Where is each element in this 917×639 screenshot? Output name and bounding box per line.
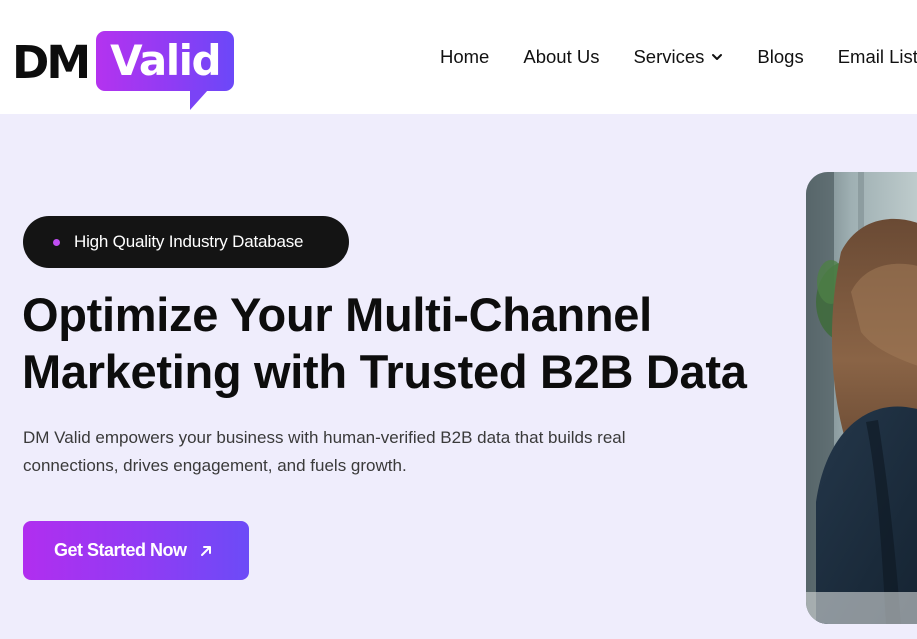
site-header: DM Valid Home About Us Services Blogs Em… xyxy=(0,0,917,114)
arrow-up-right-icon xyxy=(200,545,211,556)
main-nav: Home About Us Services Blogs Email List xyxy=(440,45,917,69)
bullet-dot-icon xyxy=(53,238,60,246)
hero-description-line-2: connections, drives engagement, and fuel… xyxy=(23,456,407,475)
nav-email-list[interactable]: Email List xyxy=(838,45,917,69)
nav-blogs[interactable]: Blogs xyxy=(757,45,803,69)
logo-speech-badge: Valid xyxy=(96,31,235,110)
nav-email-list-label: Email List xyxy=(837,46,917,67)
hero-photo-illustration xyxy=(806,172,917,624)
hero-tag-badge: High Quality Industry Database xyxy=(23,216,349,268)
nav-about-us[interactable]: About Us xyxy=(523,45,599,69)
get-started-button[interactable]: Get Started Now xyxy=(23,521,249,580)
hero-headline-line-2: Marketing with Trusted B2B Data xyxy=(22,345,747,398)
nav-about-us-label: About Us xyxy=(523,46,600,67)
hero-tag-text: High Quality Industry Database xyxy=(74,232,304,251)
site-logo[interactable]: DM Valid xyxy=(12,21,235,110)
chevron-down-icon xyxy=(712,54,723,60)
hero-headline-line-1: Optimize Your Multi-Channel xyxy=(22,288,652,341)
hero-description: DM Valid empowers your business with hum… xyxy=(23,424,703,480)
get-started-label: Get Started Now xyxy=(54,540,187,560)
hero-headline: Optimize Your Multi-Channel Marketing wi… xyxy=(22,286,782,400)
hero-description-line-1: DM Valid empowers your business with hum… xyxy=(23,428,626,447)
logo-text-dm: DM xyxy=(12,35,91,89)
nav-home[interactable]: Home xyxy=(440,45,489,69)
nav-services[interactable]: Services xyxy=(633,45,723,69)
nav-services-label: Services xyxy=(633,46,705,67)
nav-home-label: Home xyxy=(440,46,490,67)
hero-photo-woman xyxy=(806,172,917,624)
logo-text-valid: Valid xyxy=(110,36,221,85)
nav-blogs-label: Blogs xyxy=(757,46,804,67)
